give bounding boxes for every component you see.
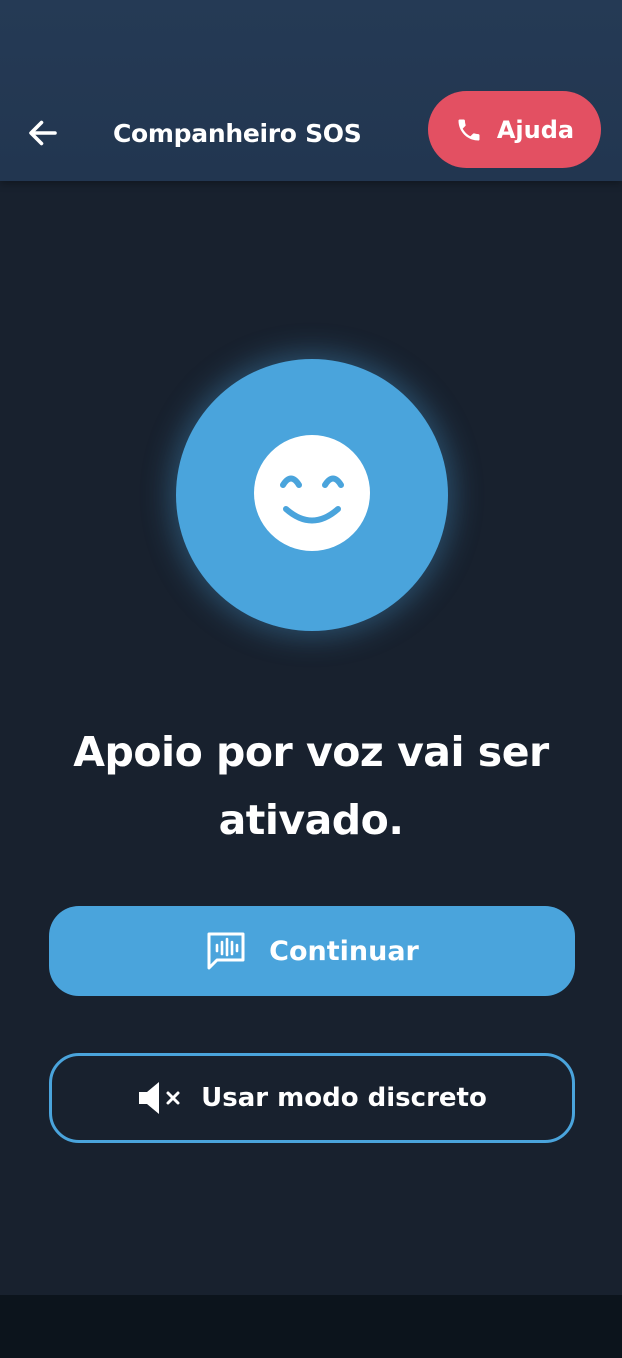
speaker-muted-icon (137, 1080, 183, 1116)
discreet-mode-button[interactable]: Usar modo discreto (49, 1053, 575, 1143)
app-screen: Companheiro SOS Ajuda Apoio por voz vai … (0, 0, 622, 1358)
voice-message-icon (205, 930, 247, 972)
system-navigation-bar (0, 1295, 622, 1358)
smiling-face-icon (254, 435, 370, 555)
companion-avatar (176, 359, 448, 631)
phone-icon (455, 116, 483, 144)
back-button[interactable] (20, 112, 66, 158)
arrow-left-icon (25, 115, 61, 155)
page-title: Companheiro SOS (113, 119, 362, 148)
help-call-button[interactable]: Ajuda (428, 91, 601, 168)
discreet-mode-label: Usar modo discreto (201, 1083, 487, 1113)
continue-button[interactable]: Continuar (49, 906, 575, 996)
status-message: Apoio por voz vai ser ativado. (73, 728, 549, 844)
top-app-bar: Companheiro SOS Ajuda (0, 0, 622, 181)
continue-button-label: Continuar (269, 935, 419, 967)
help-button-label: Ajuda (496, 115, 575, 144)
